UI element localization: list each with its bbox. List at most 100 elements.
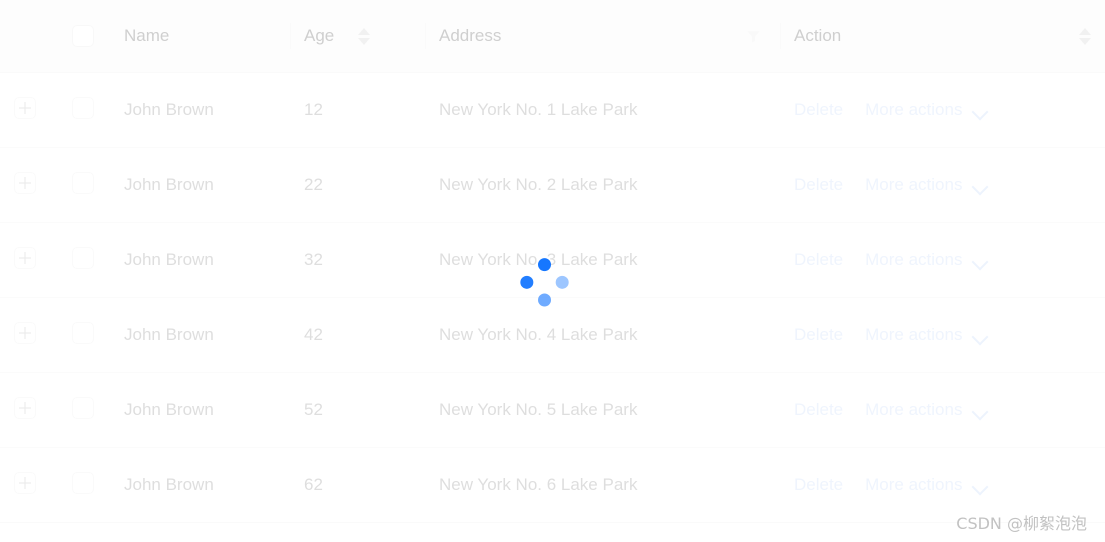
header-label-name: Name (124, 26, 170, 45)
chevron-down-icon (973, 106, 988, 115)
header-cell-action[interactable]: Action (780, 0, 1105, 73)
expand-plus-icon[interactable] (14, 321, 36, 344)
more-actions-label: More actions (865, 475, 963, 494)
table-header: Name Age Address Action (0, 0, 1105, 73)
cell-age: 22 (290, 147, 425, 223)
loading-overlay (0, 0, 1105, 542)
sort-action-icon[interactable] (1079, 27, 1091, 45)
select-all-checkbox[interactable] (72, 25, 94, 47)
cell-select[interactable] (58, 147, 110, 223)
cell-expand[interactable] (0, 447, 58, 523)
cell-age: 12 (290, 72, 425, 148)
cell-select[interactable] (58, 222, 110, 298)
cell-expand[interactable] (0, 372, 58, 448)
row-checkbox[interactable] (72, 321, 94, 344)
watermark-text: CSDN @柳絮泡泡 (956, 514, 1087, 533)
cell-select[interactable] (58, 447, 110, 523)
chevron-down-icon (973, 256, 988, 265)
more-actions-dropdown[interactable]: More actions (865, 175, 988, 195)
more-actions-dropdown[interactable]: More actions (865, 400, 988, 420)
expand-plus-icon[interactable] (14, 171, 36, 194)
header-cell-expand (0, 0, 58, 73)
table-content-layer: Name Age Address Action John Brown 12 Ne… (0, 0, 1105, 542)
cell-address: New York No. 1 Lake Park (425, 72, 780, 148)
delete-link[interactable]: Delete (794, 400, 843, 420)
cell-address: New York No. 4 Lake Park (425, 297, 780, 373)
cell-action: Delete More actions (780, 222, 1105, 298)
chevron-down-icon (973, 331, 988, 340)
table-row[interactable]: John Brown 32 New York No. 3 Lake Park D… (0, 222, 1105, 298)
chevron-down-icon (973, 181, 988, 190)
row-checkbox[interactable] (72, 246, 94, 269)
cell-action: Delete More actions (780, 297, 1105, 373)
cell-expand[interactable] (0, 147, 58, 223)
row-checkbox[interactable] (72, 396, 94, 419)
cell-expand[interactable] (0, 222, 58, 298)
sort-age-icon[interactable] (358, 27, 371, 45)
header-cell-select (58, 0, 110, 73)
table-row[interactable]: John Brown 62 New York No. 6 Lake Park D… (0, 447, 1105, 523)
delete-link[interactable]: Delete (794, 100, 843, 120)
header-label-action: Action (794, 26, 842, 45)
cell-age: 32 (290, 222, 425, 298)
header-cell-name[interactable]: Name (110, 0, 290, 73)
cell-name: John Brown (110, 72, 290, 148)
table-row[interactable]: John Brown 42 New York No. 4 Lake Park D… (0, 297, 1105, 373)
table-row[interactable]: John Brown 22 New York No. 2 Lake Park D… (0, 147, 1105, 223)
cell-select[interactable] (58, 372, 110, 448)
spinner-dot (534, 290, 554, 310)
table: Name Age Address Action John Brown 12 Ne… (0, 0, 1105, 523)
cell-select[interactable] (58, 72, 110, 148)
cell-name: John Brown (110, 147, 290, 223)
row-checkbox[interactable] (72, 171, 94, 194)
header-cell-address[interactable]: Address (425, 0, 780, 73)
caret-up-icon (358, 27, 371, 35)
header-label-age: Age (304, 26, 335, 45)
cell-age: 52 (290, 372, 425, 448)
cell-select[interactable] (58, 297, 110, 373)
delete-link[interactable]: Delete (794, 250, 843, 270)
delete-link[interactable]: Delete (794, 175, 843, 195)
cell-name: John Brown (110, 222, 290, 298)
more-actions-label: More actions (865, 175, 963, 194)
expand-plus-icon[interactable] (14, 96, 36, 119)
more-actions-label: More actions (865, 400, 963, 419)
more-actions-dropdown[interactable]: More actions (865, 100, 988, 120)
data-table: Name Age Address Action John Brown 12 Ne… (0, 0, 1105, 542)
expand-plus-icon[interactable] (14, 396, 36, 419)
chevron-down-icon (973, 481, 988, 490)
more-actions-label: More actions (865, 325, 963, 344)
expand-plus-icon[interactable] (14, 471, 36, 494)
cell-action: Delete More actions (780, 372, 1105, 448)
spinner-dot (534, 255, 554, 274)
cell-name: John Brown (110, 297, 290, 373)
cell-address: New York No. 6 Lake Park (425, 447, 780, 523)
cell-action: Delete More actions (780, 147, 1105, 223)
header-row: Name Age Address Action (0, 0, 1105, 73)
caret-down-icon (358, 37, 371, 45)
expand-plus-icon[interactable] (14, 246, 36, 269)
table-row[interactable]: John Brown 52 New York No. 5 Lake Park D… (0, 372, 1105, 448)
header-label-address: Address (439, 26, 502, 45)
more-actions-label: More actions (865, 100, 963, 119)
cell-expand[interactable] (0, 72, 58, 148)
delete-link[interactable]: Delete (794, 475, 843, 495)
cell-address: New York No. 5 Lake Park (425, 372, 780, 448)
row-checkbox[interactable] (72, 96, 94, 119)
cell-name: John Brown (110, 447, 290, 523)
row-checkbox[interactable] (72, 471, 94, 494)
spinner-dot (517, 273, 536, 292)
caret-down-icon (1079, 37, 1091, 45)
filter-icon[interactable] (745, 28, 762, 45)
table-row[interactable]: John Brown 12 New York No. 1 Lake Park D… (0, 72, 1105, 148)
header-cell-age[interactable]: Age (290, 0, 425, 73)
more-actions-dropdown[interactable]: More actions (865, 475, 988, 495)
cell-expand[interactable] (0, 297, 58, 373)
dot-spinner-icon (517, 255, 571, 310)
cell-action: Delete More actions (780, 72, 1105, 148)
delete-link[interactable]: Delete (794, 325, 843, 345)
spinner-dot (552, 273, 571, 292)
cell-age: 42 (290, 297, 425, 373)
more-actions-dropdown[interactable]: More actions (865, 325, 988, 345)
more-actions-dropdown[interactable]: More actions (865, 250, 988, 270)
